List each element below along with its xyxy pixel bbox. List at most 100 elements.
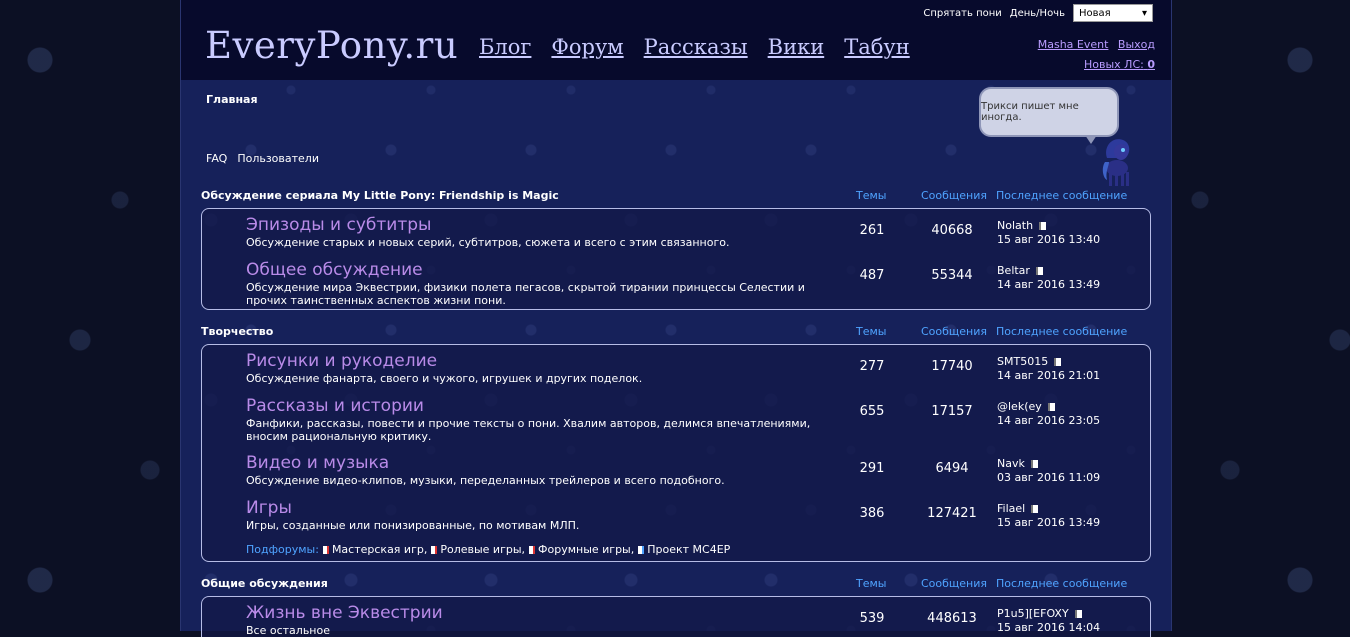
forum-last-post: Navk 03 авг 2016 11:09 [997, 457, 1100, 485]
faq-link[interactable]: FAQ [206, 152, 227, 165]
hide-ponies-link[interactable]: Спрятать пони [923, 8, 1001, 19]
luna-pony-icon[interactable] [1101, 128, 1135, 188]
subforum-icon [322, 545, 329, 554]
go-to-post-icon[interactable] [1039, 222, 1047, 230]
forum-topics: 261 [859, 223, 885, 238]
forum-row: Жизнь вне Эквестрии Все остальное 539 44… [202, 597, 1150, 637]
subforums-list: Подфорумы: Мастерская игр, Ролевые игры,… [246, 543, 730, 556]
forum-title[interactable]: Общее обсуждение [246, 260, 423, 280]
forum-posts: 17157 [931, 404, 973, 419]
forum-title[interactable]: Рассказы и истории [246, 396, 424, 416]
go-to-post-icon[interactable] [1054, 358, 1062, 366]
last-post-date: 14 авг 2016 23:05 [997, 414, 1101, 427]
logout-link[interactable]: Выход [1118, 38, 1155, 51]
forum-topics: 655 [859, 404, 885, 419]
users-link[interactable]: Пользователи [237, 152, 319, 165]
last-post-date: 14 авг 2016 13:49 [997, 278, 1101, 291]
forum-title[interactable]: Видео и музыка [246, 453, 389, 473]
col-posts: Сообщения [921, 189, 988, 202]
forum-posts: 17740 [931, 359, 973, 374]
col-last: Последнее сообщение [996, 325, 1128, 338]
forum-row: Игры Игры, созданные или понизированные,… [202, 492, 1150, 537]
nav-blog[interactable]: Блог [479, 35, 531, 59]
forum-title[interactable]: Жизнь вне Эквестрии [246, 603, 443, 623]
forum-posts: 6494 [935, 461, 969, 476]
col-topics: Темы [856, 325, 887, 338]
breadcrumb[interactable]: Главная [206, 93, 258, 106]
subforum-link[interactable]: Форумные игры, [538, 543, 634, 556]
category-creative: Творчество Темы Сообщения Последнее сооб… [201, 323, 1151, 562]
last-post-user[interactable]: Filael [997, 502, 1025, 515]
last-post-user[interactable]: Navk [997, 457, 1025, 470]
category-header: Творчество Темы Сообщения Последнее сооб… [201, 323, 1151, 341]
subforum-link[interactable]: Проект MC4EP [647, 543, 730, 556]
daynight-label: День/Ночь [1009, 7, 1065, 19]
last-post-user[interactable]: P1u5][EFOXY [997, 607, 1069, 620]
top-controls: Спрятать пони День/Ночь Новая ▾ [923, 4, 1153, 22]
col-last: Последнее сообщение [996, 577, 1128, 590]
category-header: Общие обсуждения Темы Сообщения Последне… [201, 575, 1151, 593]
new-pm-label: Новых ЛС: [1084, 58, 1144, 71]
go-to-post-icon[interactable] [1047, 403, 1055, 411]
col-posts: Сообщения [921, 577, 988, 590]
subforum-icon [638, 545, 645, 554]
subforum-icon [529, 545, 536, 554]
forum-row: Видео и музыка Обсуждение видео-клипов, … [202, 447, 1150, 492]
nav-forum[interactable]: Форум [551, 35, 623, 59]
subforums-label: Подфорумы: [246, 543, 319, 556]
site-logo[interactable]: EveryPony.ru [205, 24, 458, 67]
category-header: Обсуждение сериала My Little Pony: Frien… [201, 187, 1151, 205]
nav-stories[interactable]: Рассказы [644, 35, 748, 59]
forum-topics: 539 [859, 611, 885, 626]
new-pm-link[interactable]: Новых ЛС: 0 [1084, 58, 1155, 71]
theme-select[interactable]: Новая ▾ [1073, 4, 1153, 22]
last-post-user[interactable]: @lek(ey [997, 400, 1042, 413]
go-to-post-icon[interactable] [1030, 460, 1038, 468]
nav-tabun[interactable]: Табун [844, 35, 910, 59]
col-posts: Сообщения [921, 325, 988, 338]
last-post-date: 14 авг 2016 21:01 [997, 369, 1101, 382]
sub-links: FAQ Пользователи [206, 152, 319, 165]
last-post-user[interactable]: Nolath [997, 219, 1033, 232]
forum-last-post: @lek(ey 14 авг 2016 23:05 [997, 400, 1100, 428]
forum-posts: 55344 [931, 268, 973, 283]
forum-desc: Обсуждение видео-клипов, музыки, передел… [246, 474, 725, 487]
forum-topics: 291 [859, 461, 885, 476]
forum-posts: 127421 [927, 506, 977, 521]
go-to-post-icon[interactable] [1074, 610, 1082, 618]
forum-title[interactable]: Эпизоды и субтитры [246, 215, 431, 235]
category-mlp: Обсуждение сериала My Little Pony: Frien… [201, 187, 1151, 310]
category-title[interactable]: Общие обсуждения [201, 577, 328, 590]
last-post-user[interactable]: Beltar [997, 264, 1030, 277]
forum-title[interactable]: Рисунки и рукоделие [246, 351, 437, 371]
new-pm-count: 0 [1147, 58, 1155, 71]
forum-desc: Игры, созданные или понизированные, по м… [246, 519, 580, 532]
forum-title[interactable]: Игры [246, 498, 292, 518]
forum-last-post: Beltar 14 авг 2016 13:49 [997, 264, 1100, 292]
nav-wiki[interactable]: Вики [768, 35, 825, 59]
forum-last-post: Filael 15 авг 2016 13:49 [997, 502, 1100, 530]
theme-select-value: Новая [1079, 7, 1111, 19]
go-to-post-icon[interactable] [1035, 267, 1043, 275]
forum-desc: Фанфики, рассказы, повести и прочие текс… [246, 417, 811, 443]
last-post-user[interactable]: SMT5015 [997, 355, 1048, 368]
username-link[interactable]: Masha Event [1038, 38, 1109, 51]
category-title[interactable]: Творчество [201, 325, 273, 338]
speech-bubble: Трикси пишет мне иногда. [979, 87, 1119, 144]
forum-posts: 40668 [931, 223, 973, 238]
subforum-link[interactable]: Ролевые игры, [440, 543, 525, 556]
category-title[interactable]: Обсуждение сериала My Little Pony: Frien… [201, 189, 559, 202]
subforum-link[interactable]: Мастерская игр, [332, 543, 427, 556]
forum-desc: Обсуждение старых и новых серий, субтитр… [246, 236, 730, 249]
category-box: Рисунки и рукоделие Обсуждение фанарта, … [201, 344, 1151, 562]
category-general: Общие обсуждения Темы Сообщения Последне… [201, 575, 1151, 637]
last-post-date: 15 авг 2016 14:04 [997, 621, 1101, 634]
col-topics: Темы [856, 189, 887, 202]
site-header: EveryPony.ru Блог Форум Рассказы Вики Та… [181, 0, 1171, 80]
go-to-post-icon[interactable] [1031, 505, 1039, 513]
forum-desc: Обсуждение фанарта, своего и чужого, игр… [246, 372, 643, 385]
forum-row: Эпизоды и субтитры Обсуждение старых и н… [202, 209, 1150, 255]
last-post-date: 15 авг 2016 13:40 [997, 233, 1101, 246]
forum-desc: Обсуждение мира Эквестрии, физики полета… [246, 281, 805, 307]
last-post-date: 03 авг 2016 11:09 [997, 471, 1101, 484]
